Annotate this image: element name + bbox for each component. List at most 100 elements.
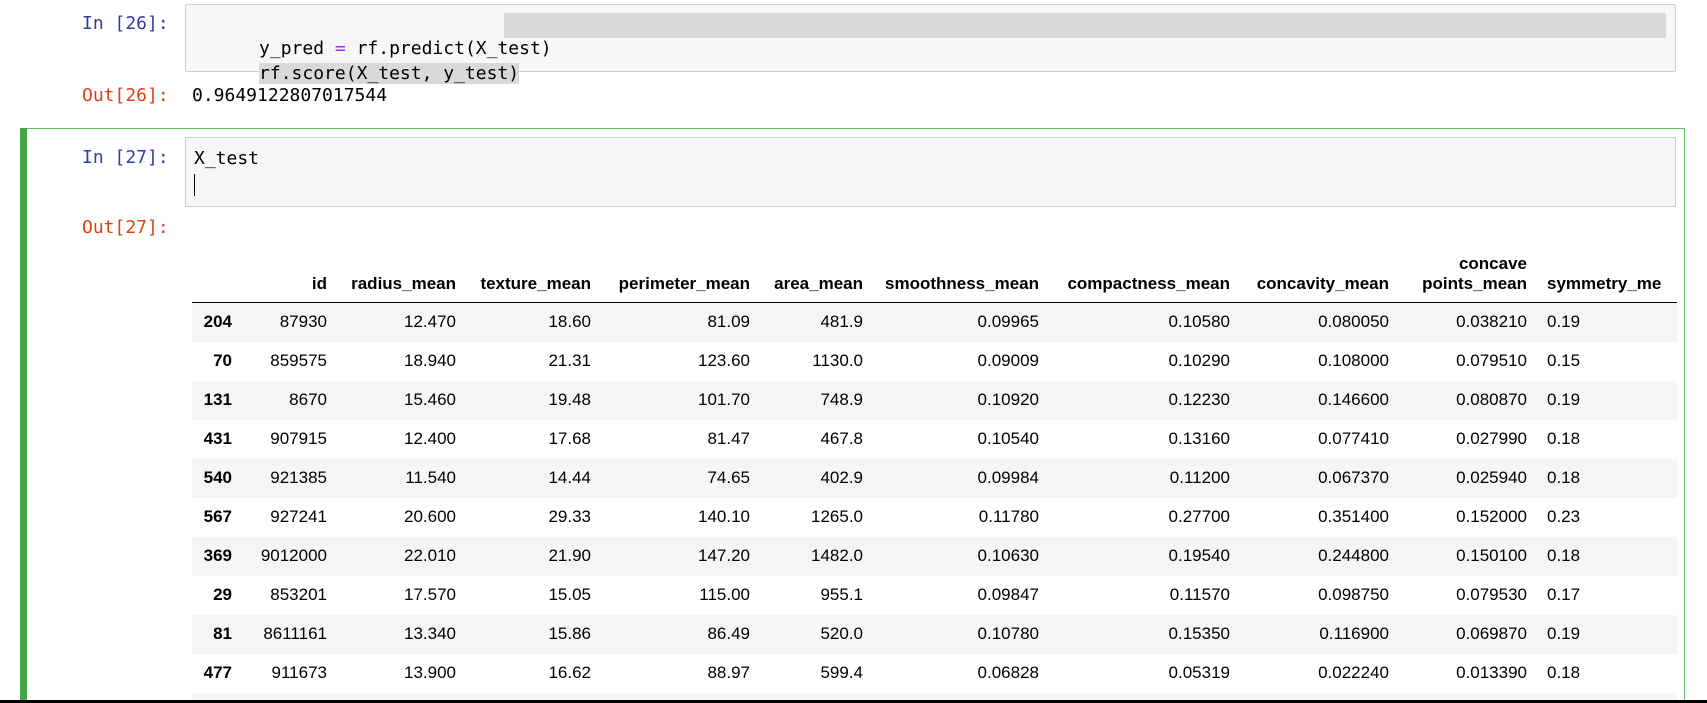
table-cell: 0.079510 <box>1456 351 1527 370</box>
table-cell: 921385 <box>270 468 327 487</box>
selection-highlight <box>504 13 1666 38</box>
cell-26-input-prompt: In [26]: <box>82 13 169 34</box>
table-cell: 0.27700 <box>1168 507 1230 526</box>
table-row: 29 853201 17.570 15.05 115.00 955.1 0.09847 0.1… <box>192 576 1677 615</box>
table-cell: 0.080870 <box>1456 390 1527 409</box>
table-cell: 1482.0 <box>811 546 863 565</box>
column-header: radius_mean <box>337 236 466 303</box>
cell-26-code-editor[interactable]: y_pred = rf.predict(X_test) rf.score(X_t… <box>185 4 1676 84</box>
table-cell: 0.351400 <box>1318 507 1389 526</box>
table-cell: 0.080050 <box>1318 312 1389 332</box>
table-row: 131 8670 15.460 19.48 101.70 748.9 0.10920 0.12… <box>192 380 1677 420</box>
column-header: compactness_mean <box>1049 236 1240 303</box>
table-cell: 14.44 <box>548 468 591 487</box>
table-cell: 0.013390 <box>1456 663 1527 682</box>
table-cell: 0.244800 <box>1318 546 1389 565</box>
table-cell: 0.10540 <box>977 429 1039 448</box>
table-row: 369 9012000 22.010 21.90 147.20 1482.0 0.10630… <box>192 536 1677 576</box>
column-header: area_mean <box>760 236 873 303</box>
table-cell: 0.079530 <box>1456 585 1527 604</box>
column-header: smoothness_mean <box>873 236 1049 303</box>
row-index: 540 <box>203 468 232 487</box>
table-cell: 0.077410 <box>1318 429 1389 448</box>
table-cell: 17.68 <box>548 429 591 448</box>
row-index: 369 <box>203 546 232 565</box>
column-header: id <box>242 236 337 303</box>
row-index: 70 <box>213 351 232 370</box>
table-cell: 0.098750 <box>1318 585 1389 604</box>
table-cell: 13.340 <box>404 624 456 643</box>
table-cell: 74.65 <box>707 468 750 487</box>
table-cell: 0.10580 <box>1168 312 1230 332</box>
table-cell: 0.19 <box>1547 312 1581 332</box>
row-index: 431 <box>203 429 232 448</box>
table-row: 431 907915 12.400 17.68 81.47 467.8 0.10540 0.1… <box>192 420 1677 459</box>
table-cell: 21.31 <box>548 351 591 370</box>
table-cell: 853201 <box>270 585 327 604</box>
table-cell: 15.460 <box>404 390 456 409</box>
table-cell: 1265.0 <box>811 507 863 526</box>
table-cell: 87930 <box>279 312 327 332</box>
header-index <box>192 236 242 303</box>
table-cell: 115.00 <box>699 585 750 604</box>
cell-27-output-prompt: Out[27]: <box>82 217 169 238</box>
table-cell: 18.60 <box>548 312 591 332</box>
table-cell: 0.15350 <box>1168 624 1230 643</box>
table-row: 567 927241 20.600 29.33 140.10 1265.0 0.11780 0… <box>192 498 1677 537</box>
table-cell: 0.18 <box>1547 663 1581 682</box>
row-index: 131 <box>203 390 232 409</box>
table-cell: 0.18 <box>1547 468 1581 487</box>
table-cell: 467.8 <box>820 429 863 448</box>
table-cell: 15.86 <box>548 624 591 643</box>
column-header: perimeter_mean <box>601 236 760 303</box>
table-cell: 0.13160 <box>1168 429 1230 448</box>
table-row: 477 911673 13.900 16.62 88.97 599.4 0.06828 0.0… <box>192 654 1677 693</box>
dataframe-table: id radius_mean texture_mean perimeter_mean a… <box>192 236 1677 703</box>
table-cell: 599.4 <box>820 663 863 682</box>
table-cell: 8611161 <box>263 624 327 643</box>
table-cell: 19.48 <box>548 390 591 409</box>
cell-26-output-value: 0.9649122807017544 <box>192 85 388 106</box>
table-cell: 20.600 <box>404 507 456 526</box>
table-cell: 0.15 <box>1547 351 1581 370</box>
cell-27-code-line-1: X_test <box>194 148 260 169</box>
table-cell: 402.9 <box>820 468 863 487</box>
table-cell: 1130.0 <box>812 351 863 370</box>
table-cell: 0.027990 <box>1456 429 1527 448</box>
table-cell: 21.90 <box>548 546 591 565</box>
header-row: id radius_mean texture_mean perimeter_mean a… <box>192 236 1677 303</box>
table-cell: 17.570 <box>404 585 456 604</box>
table-cell: 0.18 <box>1547 429 1581 448</box>
table-cell: 9012000 <box>260 546 327 565</box>
table-cell: 0.11570 <box>1169 585 1230 604</box>
row-index: 29 <box>213 585 232 604</box>
table-cell: 12.470 <box>404 312 456 332</box>
cell-26-output-prompt: Out[26]: <box>82 85 169 106</box>
dataframe-body: 204 87930 12.470 18.60 81.09 481.9 0.09965 0.10… <box>192 302 1677 703</box>
table-cell: 0.150100 <box>1456 546 1527 565</box>
table-cell: 140.10 <box>698 507 750 526</box>
cell-27-input-prompt: In [27]: <box>82 147 169 168</box>
table-cell: 0.152000 <box>1456 507 1527 526</box>
table-cell: 81.09 <box>707 312 750 332</box>
table-row: 204 87930 12.470 18.60 81.09 481.9 0.09965 0.10… <box>192 302 1677 342</box>
table-cell: 0.09847 <box>977 585 1039 604</box>
table-cell: 0.025940 <box>1456 468 1527 487</box>
row-index: 477 <box>203 663 232 682</box>
table-cell: 520.0 <box>820 624 863 643</box>
table-cell: 29.33 <box>548 507 591 526</box>
table-cell: 0.10780 <box>977 624 1039 643</box>
table-cell: 859575 <box>270 351 327 370</box>
column-header: symmetry_me <box>1537 236 1677 303</box>
table-row: 540 921385 11.540 14.44 74.65 402.9 0.09984 0.1… <box>192 458 1677 498</box>
notebook-page: In [26]: y_pred = rf.predict(X_test) rf.… <box>0 0 1707 703</box>
cell-27-code-editor[interactable]: X_test <box>185 137 1676 207</box>
table-cell: 16.62 <box>548 663 591 682</box>
row-index: 204 <box>203 312 232 332</box>
table-cell: 86.49 <box>707 624 750 643</box>
table-cell: 0.19 <box>1547 390 1581 409</box>
table-cell: 0.069870 <box>1456 624 1527 643</box>
table-cell: 147.20 <box>698 546 750 565</box>
column-header: concavity_mean <box>1240 236 1399 303</box>
table-cell: 0.10920 <box>977 390 1039 409</box>
